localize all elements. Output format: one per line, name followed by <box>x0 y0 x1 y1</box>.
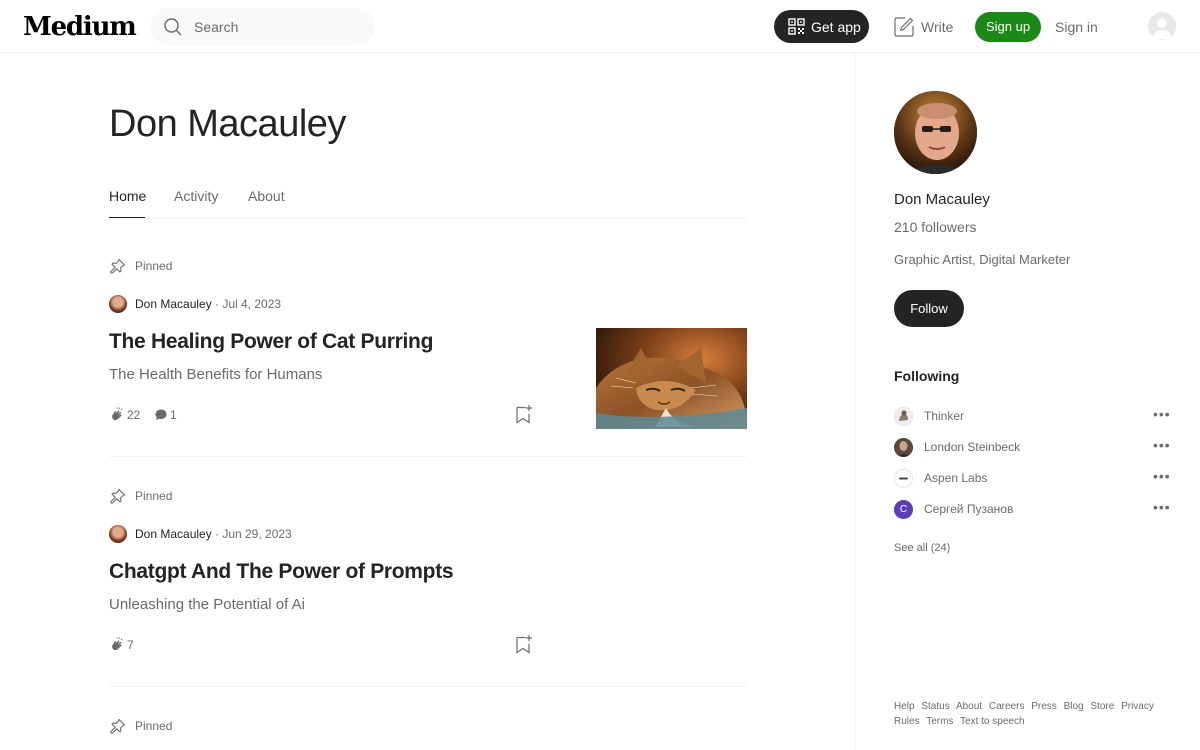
post-title[interactable]: The Healing Power of Cat Purring <box>109 330 433 354</box>
footer-link-privacy[interactable]: Privacy <box>1121 701 1154 712</box>
post-divider <box>109 456 747 457</box>
profile-bio: Graphic Artist, Digital Marketer <box>894 252 1071 267</box>
author-avatar[interactable] <box>109 525 127 543</box>
following-name[interactable]: London Steinbeck <box>924 440 1020 454</box>
post-stats: 22 1 <box>109 407 229 423</box>
profile-sidebar: Don Macauley 210 followers Graphic Artis… <box>855 53 1200 750</box>
footer-link-help[interactable]: Help <box>894 701 915 712</box>
pinned-text: Pinned <box>135 259 173 273</box>
clap-icon[interactable] <box>109 637 125 653</box>
aspen-labs-avatar <box>894 469 913 488</box>
following-item[interactable]: Thinker ••• <box>894 406 1174 426</box>
following-item[interactable]: London Steinbeck ••• <box>894 437 1174 457</box>
following-item[interactable]: Aspen Labs ••• <box>894 468 1174 488</box>
footer-link-text-to-speech[interactable]: Text to speech <box>960 716 1024 727</box>
pin-icon <box>110 718 126 734</box>
thinker-avatar <box>894 407 913 426</box>
footer-link-press[interactable]: Press <box>1031 701 1057 712</box>
clap-count: 7 <box>127 638 134 652</box>
post-subtitle[interactable]: The Health Benefits for Humans <box>109 366 322 383</box>
response-icon[interactable] <box>154 408 168 422</box>
footer-link-about[interactable]: About <box>956 701 982 712</box>
bookmark-add-icon[interactable] <box>513 404 533 424</box>
write-icon[interactable] <box>893 16 915 38</box>
response-count: 1 <box>170 408 177 422</box>
clap-icon[interactable] <box>109 407 125 423</box>
get-app-button[interactable]: Get app <box>774 10 869 43</box>
profile-photo <box>894 91 977 174</box>
footer-link-blog[interactable]: Blog <box>1064 701 1084 712</box>
following-name[interactable]: Thinker <box>924 409 964 423</box>
write-link[interactable]: Write <box>921 19 953 35</box>
post-stats: 7 <box>109 637 169 653</box>
footer-link-rules[interactable]: Rules <box>894 716 920 727</box>
footer-link-status[interactable]: Status <box>921 701 949 712</box>
post-card: Pinned Don Macauley · Jul 4, 2023 The He… <box>109 0 747 750</box>
following-item[interactable]: С Сергей Пузанов ••• <box>894 499 1174 519</box>
sidebar-profile-name[interactable]: Don Macauley <box>894 191 990 208</box>
clap-count: 22 <box>127 408 141 422</box>
sign-in-link[interactable]: Sign in <box>1055 19 1098 35</box>
follow-button[interactable]: Follow <box>894 290 964 327</box>
followers-count[interactable]: 210 followers <box>894 219 977 235</box>
user-avatar[interactable] <box>1148 12 1176 40</box>
footer-links: Help Status About Careers Press Blog Sto… <box>894 699 1184 729</box>
pin-icon <box>110 258 126 274</box>
pinned-text: Pinned <box>135 719 173 733</box>
post-subtitle[interactable]: Unleashing the Potential of Ai <box>109 596 305 613</box>
following-heading: Following <box>894 368 960 384</box>
london-steinbeck-avatar <box>894 438 913 457</box>
more-options-icon[interactable]: ••• <box>1153 406 1171 422</box>
post-title[interactable]: Chatgpt And The Power of Prompts <box>109 560 454 584</box>
following-name[interactable]: Сергей Пузанов <box>924 502 1013 516</box>
default-user-icon <box>1152 18 1172 39</box>
pinned-text: Pinned <box>135 489 173 503</box>
get-app-label: Get app <box>811 19 861 35</box>
more-options-icon[interactable]: ••• <box>1153 468 1171 484</box>
post-date: · Jul 4, 2023 <box>215 297 282 311</box>
qr-code-icon <box>788 18 805 35</box>
more-options-icon[interactable]: ••• <box>1153 499 1171 515</box>
pin-icon <box>110 488 126 504</box>
footer-link-terms[interactable]: Terms <box>926 716 953 727</box>
bookmark-add-icon[interactable] <box>513 634 533 654</box>
cat-image <box>596 328 747 429</box>
see-all-following-link[interactable]: See all (24) <box>894 542 950 554</box>
profile-avatar[interactable] <box>894 91 977 174</box>
footer-link-careers[interactable]: Careers <box>989 701 1025 712</box>
post-date: · Jun 29, 2023 <box>215 527 292 541</box>
footer-link-store[interactable]: Store <box>1090 701 1114 712</box>
more-options-icon[interactable]: ••• <box>1153 437 1171 453</box>
sergey-avatar: С <box>894 500 913 519</box>
author-name[interactable]: Don Macauley <box>135 297 212 311</box>
author-avatar[interactable] <box>109 295 127 313</box>
following-name[interactable]: Aspen Labs <box>924 471 987 485</box>
sign-up-button[interactable]: Sign up <box>975 12 1041 42</box>
author-name[interactable]: Don Macauley <box>135 527 212 541</box>
post-thumbnail-cat[interactable] <box>596 328 747 429</box>
post-divider <box>109 686 747 687</box>
